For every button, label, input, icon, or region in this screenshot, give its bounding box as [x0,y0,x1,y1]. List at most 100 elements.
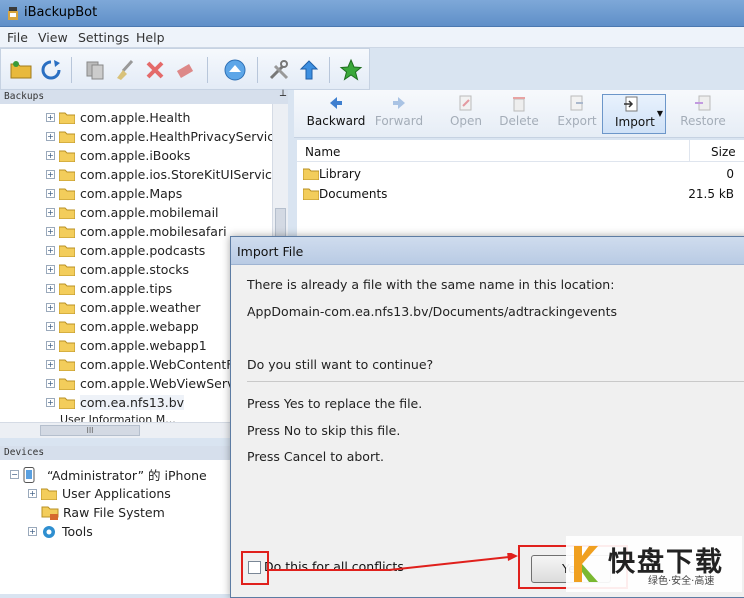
expand-icon[interactable]: + [46,398,55,407]
tree-item[interactable]: + com.apple.webapp [46,317,199,336]
expand-icon[interactable]: + [46,246,55,255]
device-node[interactable]: − “Administrator” 的 iPhone [10,465,207,484]
column-header-size[interactable]: Size [711,145,736,159]
dialog-cancel-hint: Press Cancel to abort. [247,449,384,464]
tree-item[interactable]: + com.apple.ios.StoreKitUIService [46,165,272,184]
expand-icon[interactable]: + [46,303,55,312]
tree-item-label: com.apple.Health [80,110,191,125]
expand-icon[interactable]: + [46,284,55,293]
open-button[interactable]: Open [446,94,486,134]
refresh-button[interactable] [37,56,65,84]
tools-button[interactable] [265,56,293,84]
export-button[interactable]: Export [556,94,598,134]
expand-icon[interactable]: + [46,132,55,141]
tree-item[interactable]: + com.apple.stocks [46,260,189,279]
window-title: iBackupBot [24,5,98,20]
expand-icon[interactable]: + [46,265,55,274]
eject-button[interactable] [221,56,249,84]
column-header-name[interactable]: Name [305,145,340,159]
delete-icon [146,61,164,79]
clean-button[interactable] [111,56,139,84]
dropdown-arrow-icon[interactable]: ▼ [657,109,663,118]
device-item-raw-file-system[interactable]: Raw File System [41,503,165,522]
tree-item-selected[interactable]: + com.ea.nfs13.bv [46,393,185,412]
expand-icon[interactable]: + [46,170,55,179]
folder-icon [58,188,76,200]
expand-icon[interactable]: + [46,360,55,369]
device-item-tools[interactable]: + Tools [28,522,93,541]
expand-icon[interactable]: + [46,151,55,160]
tree-item[interactable]: + com.apple.WebViewServic [46,374,245,393]
tree-item[interactable]: + com.apple.mobilesafari [46,222,227,241]
tree-item[interactable]: + com.apple.webapp1 [46,336,207,355]
tree-item[interactable]: + com.apple.mobilemail [46,203,219,222]
star-icon [339,58,363,81]
expand-icon[interactable]: + [28,527,37,536]
export-icon [570,95,583,111]
tree-item[interactable]: + com.apple.iBooks [46,146,190,165]
document-edit-icon [459,95,472,111]
expand-icon[interactable]: + [46,113,55,122]
tree-item[interactable]: + com.apple.WebContentFilt [46,355,244,374]
expand-icon[interactable]: + [46,227,55,236]
folder-icon [58,359,76,371]
file-size: 21.5 kB [688,187,734,201]
menu-view[interactable]: View [38,30,68,45]
copy-button[interactable] [81,56,109,84]
file-size: 0 [726,167,734,181]
tree-item[interactable]: + com.apple.Maps [46,184,182,203]
expand-icon[interactable]: + [46,379,55,388]
title-bar: iBackupBot [0,0,744,27]
raw-file-system-icon [41,506,59,520]
tree-item-partial[interactable]: User Information M... [46,414,176,422]
folder-icon [302,188,320,201]
tree-item-label: com.apple.ios.StoreKitUIService [80,167,272,182]
expand-icon[interactable]: + [46,208,55,217]
tree-item[interactable]: + com.apple.weather [46,298,201,317]
file-row[interactable]: Documents 21.5 kB [297,184,744,204]
folder-icon [302,168,320,181]
iphone-icon [23,466,35,483]
tree-item-label: com.apple.stocks [80,262,190,277]
expand-icon[interactable]: + [46,322,55,331]
collapse-icon[interactable]: − [10,470,19,479]
tree-item[interactable]: + com.apple.tips [46,279,172,298]
dialog-title: Import File [237,244,304,259]
tree-item-label: com.apple.Maps [80,186,183,201]
delete-button[interactable] [141,56,169,84]
forward-button[interactable]: Forward [372,94,426,134]
tree-item-label: com.apple.WebViewServic [80,376,245,391]
device-item-user-applications[interactable]: + User Applications [28,484,171,503]
menu-settings[interactable]: Settings [78,30,129,45]
eject-icon [224,59,246,81]
import-button[interactable]: Import ▼ [602,94,666,134]
tree-item[interactable]: + com.apple.podcasts [46,241,205,260]
scroll-thumb[interactable]: III [40,425,140,436]
watermark-tagline: 绿色·安全·高速 [648,576,715,587]
tree-item-label: com.ea.nfs13.bv [80,395,185,410]
expand-icon[interactable]: + [28,489,37,498]
backward-button[interactable]: Backward [304,94,368,134]
pin-icon[interactable]: ┴ [280,90,286,104]
restore-button[interactable]: Restore [678,94,728,134]
dialog-title-bar[interactable]: Import File [231,237,744,265]
upload-button[interactable] [295,56,323,84]
file-row[interactable]: Library 0 [297,164,744,184]
expand-icon[interactable]: + [46,189,55,198]
gear-icon [43,525,55,538]
delete-file-button[interactable]: Delete [498,94,540,134]
menu-file[interactable]: File [7,30,28,45]
copy-icon [86,61,104,80]
tree-item[interactable]: + com.apple.Health [46,108,190,127]
favorite-button[interactable] [337,56,365,84]
folder-icon [58,150,76,162]
tree-item[interactable]: + com.apple.HealthPrivacyService [46,127,272,146]
tree-item-label: com.apple.WebContentFilt [80,357,245,372]
menu-help[interactable]: Help [136,30,165,45]
open-backup-button[interactable] [7,56,35,84]
expand-icon[interactable]: + [46,341,55,350]
menu-bar: File View Settings Help [0,27,744,48]
tree-item-label: com.apple.podcasts [80,243,206,258]
folder-icon [58,169,76,181]
erase-button[interactable] [171,56,199,84]
